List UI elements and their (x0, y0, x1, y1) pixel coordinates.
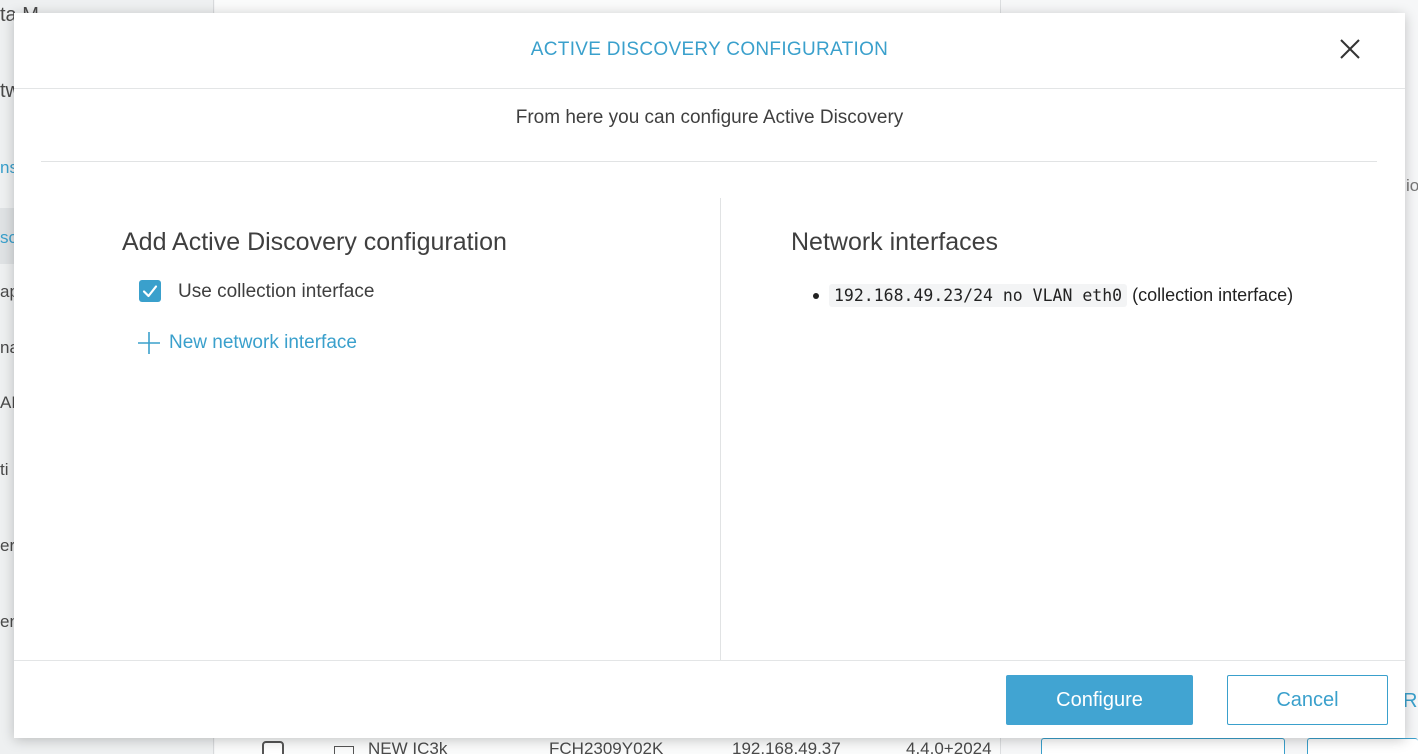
background-button-label: R (1403, 690, 1418, 712)
background-row-name: NEW IC3k (368, 739, 448, 754)
background-row-version: 4.4.0+2024 (906, 739, 992, 754)
plus-icon (138, 332, 160, 354)
column-divider (720, 198, 721, 660)
network-interfaces-list: 192.168.49.23/24 no VLAN eth0 (collectio… (813, 284, 1294, 307)
active-discovery-modal: ACTIVE DISCOVERY CONFIGURATION From here… (14, 13, 1405, 738)
list-item: 192.168.49.23/24 no VLAN eth0 (collectio… (813, 284, 1294, 307)
bullet-icon (813, 293, 819, 299)
modal-header: ACTIVE DISCOVERY CONFIGURATION (14, 13, 1405, 89)
background-row-button[interactable] (1041, 738, 1285, 754)
background-row-checkbox[interactable] (262, 741, 284, 754)
add-config-heading: Add Active Discovery configuration (122, 228, 507, 256)
interface-address: 192.168.49.23/24 no VLAN eth0 (829, 284, 1128, 307)
background-row-ip: 192.168.49.37 (732, 739, 841, 754)
configure-button[interactable]: Configure (1006, 675, 1193, 725)
interface-note: (collection interface) (1132, 285, 1294, 305)
background-row-button[interactable] (1307, 738, 1418, 754)
background-row-serial: FCH2309Y02K (549, 739, 664, 754)
network-interfaces-heading: Network interfaces (791, 228, 999, 256)
modal-footer (14, 660, 1405, 738)
checkmark-icon (142, 285, 158, 298)
use-collection-interface-label[interactable]: Use collection interface (178, 281, 374, 303)
background-sidebar-text: er (0, 536, 16, 555)
background-right-text: io (1406, 176, 1418, 195)
modal-title: ACTIVE DISCOVERY CONFIGURATION (530, 39, 889, 60)
modal-subtitle: From here you can configure Active Disco… (515, 107, 904, 128)
close-icon[interactable] (1338, 37, 1362, 61)
section-divider (41, 161, 1377, 162)
new-network-interface-label: New network interface (169, 332, 357, 353)
new-network-interface-link[interactable]: New network interface (137, 331, 357, 355)
cancel-button[interactable]: Cancel (1227, 675, 1388, 725)
use-collection-interface-checkbox[interactable] (139, 280, 161, 302)
device-icon (334, 746, 354, 754)
background-sidebar-text: ti (0, 460, 9, 479)
